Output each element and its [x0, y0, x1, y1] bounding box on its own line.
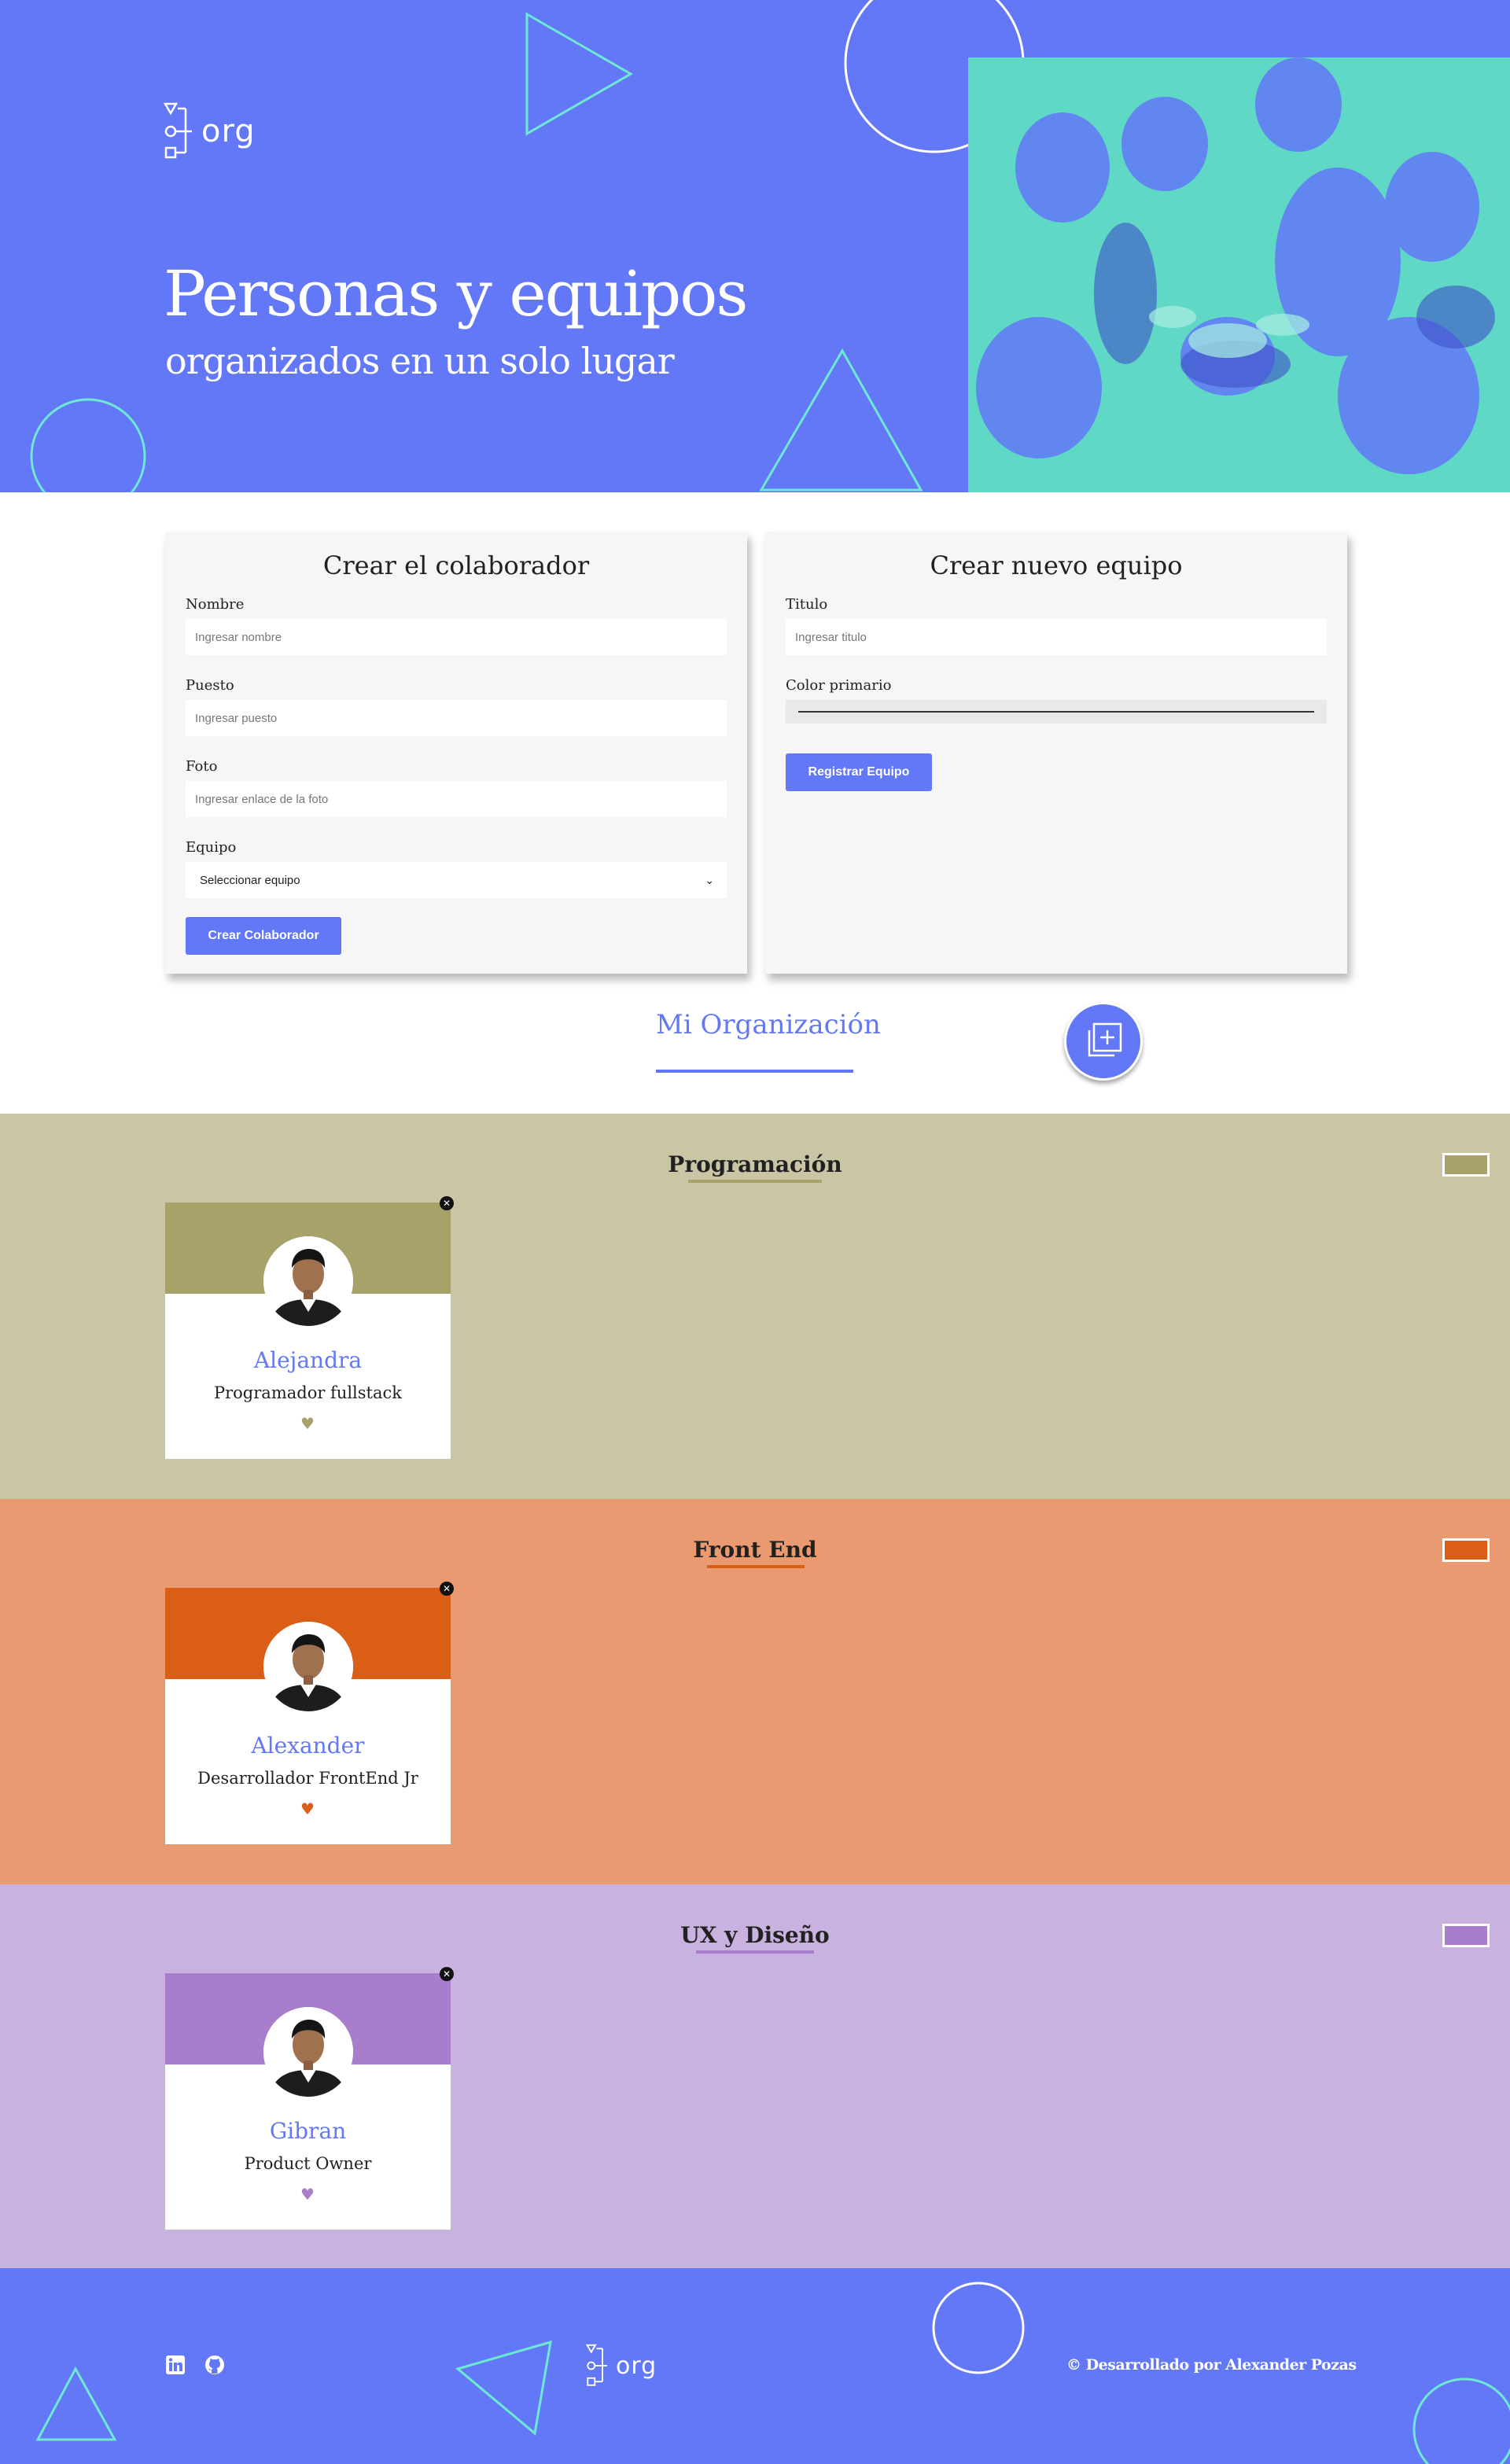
heart-icon[interactable]: ♥ — [299, 2186, 316, 2203]
team-select-label: Equipo — [186, 839, 237, 856]
avatar — [263, 2007, 353, 2097]
hero-logo[interactable]: org — [164, 102, 256, 160]
team-form: Crear nuevo equipo Titulo Ingresar titul… — [765, 532, 1347, 974]
footer: org © Desarrollado por Alexander Pozas — [0, 2268, 1510, 2464]
team-title-underline — [696, 1950, 814, 1954]
team-title: UX y Diseño — [680, 1922, 830, 1948]
close-icon[interactable]: ✕ — [440, 1967, 454, 1981]
toggle-form-button[interactable] — [1064, 1002, 1143, 1081]
add-collection-icon — [1088, 1022, 1122, 1057]
team-form-title: Crear nuevo equipo — [930, 551, 1183, 580]
team-title-underline — [688, 1180, 822, 1183]
close-icon[interactable]: ✕ — [440, 1582, 454, 1596]
team-section-programacion: Programación Alejandra Programador fulls… — [0, 1114, 1510, 1499]
collaborator-name: Alejandra — [253, 1347, 363, 1373]
collaborator-name: Alexander — [251, 1733, 365, 1759]
photo-url-input[interactable]: Ingresar enlace de la foto — [186, 781, 727, 817]
team-hands-photo — [968, 57, 1510, 492]
collaborator-form-title: Crear el colaborador — [322, 551, 590, 580]
organization-title-underline — [656, 1070, 853, 1073]
position-label: Puesto — [186, 677, 234, 694]
hero-title: Personas y equipos — [164, 257, 748, 330]
logo-text: org — [201, 113, 256, 149]
team-color-picker[interactable] — [1442, 1153, 1490, 1177]
team-select-value: Seleccionar equipo — [200, 873, 300, 887]
team-section-front-end: Front End Alexander Desarrollador FrontE… — [0, 1499, 1510, 1884]
team-section-ux-diseno: UX y Diseño Gibran Product Owner ♥ ✕ — [0, 1884, 1510, 2268]
forms-section: Crear el colaborador Nombre Ingresar nom… — [0, 492, 1510, 1114]
collaborator-card: Alejandra Programador fullstack ♥ ✕ — [165, 1196, 454, 1459]
create-collaborator-button[interactable]: Crear Colaborador — [186, 917, 341, 955]
team-title: Front End — [693, 1537, 817, 1563]
github-icon[interactable] — [204, 2355, 225, 2375]
collaborator-card: Alexander Desarrollador FrontEnd Jr ♥ ✕ — [165, 1582, 454, 1844]
footer-logo[interactable]: org — [586, 2344, 657, 2388]
org-logo-icon — [586, 2344, 607, 2386]
collaborator-name: Gibran — [269, 2118, 347, 2144]
footer-credits: © Desarrollado por Alexander Pozas — [1066, 2356, 1357, 2374]
primary-color-input[interactable] — [786, 700, 1327, 724]
register-team-button[interactable]: Registrar Equipo — [786, 753, 932, 791]
team-title-label: Titulo — [786, 596, 828, 613]
organization-title: Mi Organización — [656, 1009, 881, 1040]
team-color-picker[interactable] — [1442, 1924, 1490, 1947]
hero-banner: org Personas y equipos organizados en un… — [0, 0, 1510, 492]
photo-label: Foto — [186, 758, 218, 775]
close-icon[interactable]: ✕ — [440, 1196, 454, 1210]
collaborator-form: Crear el colaborador Nombre Ingresar nom… — [165, 532, 747, 974]
position-input[interactable]: Ingresar puesto — [186, 700, 727, 736]
heart-icon[interactable]: ♥ — [299, 1415, 316, 1432]
collaborator-card: Gibran Product Owner ♥ ✕ — [165, 1967, 454, 2230]
collaborator-role: Desarrollador FrontEnd Jr — [197, 1769, 418, 1788]
hero-subtitle: organizados en un solo lugar — [165, 340, 675, 382]
linkedin-icon[interactable] — [165, 2355, 186, 2375]
name-label: Nombre — [186, 596, 245, 613]
avatar — [263, 1622, 353, 1711]
team-color-picker[interactable] — [1442, 1538, 1490, 1562]
primary-color-label: Color primario — [786, 677, 892, 694]
chevron-down-icon: ⌄ — [705, 873, 714, 886]
collaborator-role: Programador fullstack — [214, 1383, 402, 1402]
avatar — [263, 1236, 353, 1326]
heart-icon[interactable]: ♥ — [299, 1800, 316, 1818]
team-title-underline — [707, 1565, 805, 1568]
team-title-input[interactable]: Ingresar titulo — [786, 619, 1327, 655]
collaborator-role: Product Owner — [244, 2154, 372, 2173]
team-select[interactable]: Seleccionar equipo ⌄ — [186, 862, 727, 898]
team-title: Programación — [668, 1151, 842, 1177]
logo-text: org — [616, 2352, 657, 2380]
org-logo-icon — [164, 102, 192, 159]
name-input[interactable]: Ingresar nombre — [186, 619, 727, 655]
social-links — [165, 2355, 225, 2375]
